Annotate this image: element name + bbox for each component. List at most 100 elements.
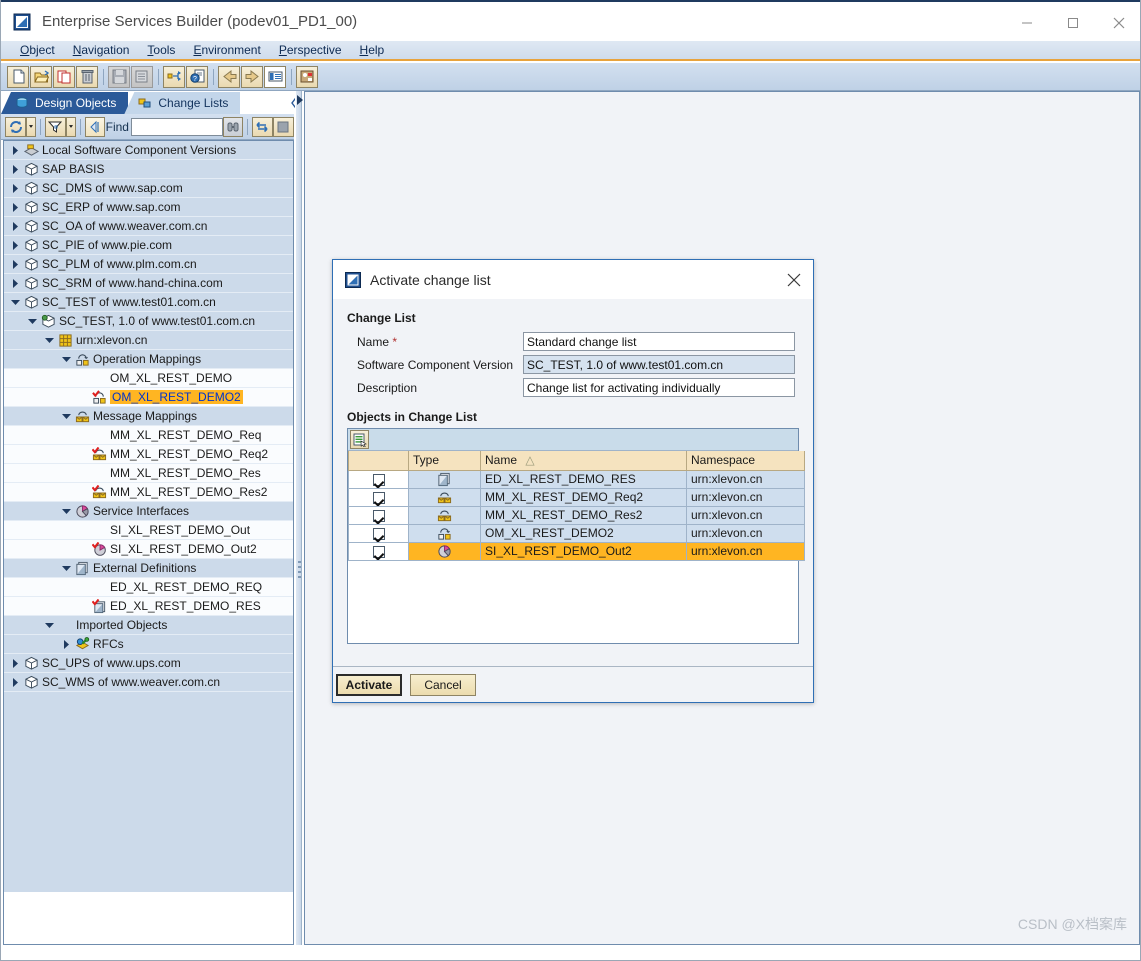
maximize-icon[interactable] bbox=[1050, 2, 1096, 43]
tree-item-sc-erp-of-www-sap-com[interactable]: SC_ERP of www.sap.com bbox=[4, 198, 293, 217]
tree-item-mm-xl-rest-demo-req[interactable]: MM_XL_REST_DEMO_Req bbox=[4, 426, 293, 445]
row-checkbox[interactable] bbox=[348, 505, 409, 525]
activate-button[interactable]: Activate bbox=[336, 673, 402, 696]
checkbox-checked-icon[interactable] bbox=[372, 527, 385, 540]
open-object-detail-button[interactable] bbox=[350, 430, 369, 449]
panel-collapse-arrow-icon[interactable] bbox=[297, 95, 303, 105]
row-checkbox[interactable] bbox=[348, 523, 409, 543]
tree-item-message-mappings[interactable]: Message Mappings bbox=[4, 407, 293, 426]
tree-item-om-xl-rest-demo[interactable]: OM_XL_REST_DEMO bbox=[4, 369, 293, 388]
stop-button[interactable] bbox=[272, 116, 295, 137]
check-document-button[interactable]: ? bbox=[186, 65, 208, 88]
table-row[interactable]: MM_XL_REST_DEMO_Res2 urn:xlevon.cn bbox=[348, 505, 805, 525]
delete-object-button[interactable] bbox=[76, 65, 98, 88]
row-checkbox[interactable] bbox=[348, 487, 409, 507]
close-icon[interactable] bbox=[1096, 2, 1140, 43]
checkbox-checked-icon[interactable] bbox=[372, 509, 385, 522]
table-row[interactable]: OM_XL_REST_DEMO2 urn:xlevon.cn bbox=[348, 523, 805, 543]
tree-twisty-collapsed-icon[interactable] bbox=[8, 145, 22, 155]
table-row[interactable]: MM_XL_REST_DEMO_Req2 urn:xlevon.cn bbox=[348, 487, 805, 507]
filter-button[interactable] bbox=[44, 116, 67, 137]
tree-twisty-collapsed-icon[interactable] bbox=[8, 240, 22, 250]
menu-object[interactable]: OObjectbject bbox=[11, 41, 64, 59]
tree-item-service-interfaces[interactable]: Service Interfaces bbox=[4, 502, 293, 521]
tab-change-lists[interactable]: Change Lists bbox=[124, 92, 241, 114]
panel-splitter[interactable] bbox=[295, 91, 302, 945]
tree-item-sap-basis[interactable]: SAP BASIS bbox=[4, 160, 293, 179]
forward-button[interactable] bbox=[241, 65, 263, 88]
filter-dropdown-button[interactable] bbox=[66, 116, 77, 137]
tree-twisty-expanded-icon[interactable] bbox=[59, 412, 73, 421]
tree-item-local-software-component-versions[interactable]: Local Software Component Versions bbox=[4, 141, 293, 160]
tree-twisty-expanded-icon[interactable] bbox=[42, 621, 56, 630]
close-icon[interactable] bbox=[783, 269, 805, 291]
tree-twisty-collapsed-icon[interactable] bbox=[8, 677, 22, 687]
tree-item-sc-srm-of-www-hand-china-com[interactable]: SC_SRM of www.hand-china.com bbox=[4, 274, 293, 293]
tree-twisty-expanded-icon[interactable] bbox=[59, 355, 73, 364]
where-used-button[interactable] bbox=[163, 65, 185, 88]
tree-item-sc-test-of-www-test01-com-cn[interactable]: SC_TEST of www.test01.com.cn bbox=[4, 293, 293, 312]
tree-twisty-collapsed-icon[interactable] bbox=[8, 202, 22, 212]
tab-design-objects[interactable]: Design Objects bbox=[1, 92, 129, 114]
checkbox-checked-icon[interactable] bbox=[372, 473, 385, 486]
tree-item-sc-wms-of-www-weaver-com-cn[interactable]: SC_WMS of www.weaver.com.cn bbox=[4, 673, 293, 692]
tree-item-sc-oa-of-www-weaver-com-cn[interactable]: SC_OA of www.weaver.com.cn bbox=[4, 217, 293, 236]
checkbox-checked-icon[interactable] bbox=[372, 491, 385, 504]
menu-environment[interactable]: Environment bbox=[184, 41, 269, 59]
col-header-name[interactable]: Name △ bbox=[480, 451, 687, 471]
tree-item-si-xl-rest-demo-out2[interactable]: SI_XL_REST_DEMO_Out2 bbox=[4, 540, 293, 559]
checkbox-checked-icon[interactable] bbox=[372, 545, 385, 558]
tree-twisty-collapsed-icon[interactable] bbox=[8, 278, 22, 288]
back-button[interactable] bbox=[218, 65, 240, 88]
cache-refresh-button[interactable] bbox=[296, 65, 318, 88]
object-tree[interactable]: Local Software Component Versions SAP BAS… bbox=[3, 140, 294, 945]
cancel-button[interactable]: Cancel bbox=[410, 673, 476, 696]
tree-item-sc-dms-of-www-sap-com[interactable]: SC_DMS of www.sap.com bbox=[4, 179, 293, 198]
tree-item-mm-xl-rest-demo-res2[interactable]: MM_XL_REST_DEMO_Res2 bbox=[4, 483, 293, 502]
table-row[interactable]: SI_XL_REST_DEMO_Out2 urn:xlevon.cn bbox=[348, 541, 805, 561]
menu-navigation[interactable]: Navigation bbox=[64, 41, 139, 59]
tree-twisty-collapsed-icon[interactable] bbox=[8, 164, 22, 174]
tree-twisty-expanded-icon[interactable] bbox=[42, 336, 56, 345]
tree-item-rfcs[interactable]: RFCs bbox=[4, 635, 293, 654]
tree-twisty-expanded-icon[interactable] bbox=[59, 507, 73, 516]
row-checkbox[interactable] bbox=[348, 469, 409, 489]
tree-item-sc-plm-of-www-plm-com-cn[interactable]: SC_PLM of www.plm.com.cn bbox=[4, 255, 293, 274]
tree-twisty-collapsed-icon[interactable] bbox=[8, 183, 22, 193]
tree-twisty-expanded-icon[interactable] bbox=[59, 564, 73, 573]
tree-item-ed-xl-rest-demo-res[interactable]: ED_XL_REST_DEMO_RES bbox=[4, 597, 293, 616]
tree-item-mm-xl-rest-demo-res[interactable]: MM_XL_REST_DEMO_Res bbox=[4, 464, 293, 483]
refresh-button[interactable] bbox=[5, 116, 27, 137]
splitter-grip[interactable] bbox=[298, 561, 301, 583]
tree-item-external-definitions[interactable]: External Definitions bbox=[4, 559, 293, 578]
tree-twisty-expanded-icon[interactable] bbox=[8, 298, 22, 307]
tree-item-sc-ups-of-www-ups-com[interactable]: SC_UPS of www.ups.com bbox=[4, 654, 293, 673]
find-input[interactable] bbox=[130, 117, 223, 136]
properties-list-button[interactable] bbox=[264, 65, 286, 88]
tree-twisty-collapsed-icon[interactable] bbox=[59, 639, 73, 649]
menu-help[interactable]: Help bbox=[351, 41, 394, 59]
tree-item-operation-mappings[interactable]: Operation Mappings bbox=[4, 350, 293, 369]
description-input[interactable] bbox=[523, 378, 795, 397]
tree-twisty-collapsed-icon[interactable] bbox=[8, 658, 22, 668]
tree-twisty-collapsed-icon[interactable] bbox=[8, 221, 22, 231]
col-header-checkbox[interactable] bbox=[348, 451, 409, 471]
col-header-type[interactable]: Type bbox=[408, 451, 481, 471]
tree-item-om-xl-rest-demo2[interactable]: OM_XL_REST_DEMO2 bbox=[4, 388, 293, 407]
find-execute-button[interactable] bbox=[222, 116, 243, 137]
col-header-namespace[interactable]: Namespace bbox=[686, 451, 805, 471]
tree-item-si-xl-rest-demo-out[interactable]: SI_XL_REST_DEMO_Out bbox=[4, 521, 293, 540]
sync-navigation-button[interactable] bbox=[251, 116, 273, 137]
tree-item-sc-pie-of-www-pie-com[interactable]: SC_PIE of www.pie.com bbox=[4, 236, 293, 255]
tree-item-urn-xlevon-cn[interactable]: urn:xlevon.cn bbox=[4, 331, 293, 350]
tree-item-imported-objects[interactable]: Imported Objects bbox=[4, 616, 293, 635]
menu-tools[interactable]: Tools bbox=[138, 41, 184, 59]
new-object-button[interactable] bbox=[7, 65, 29, 88]
row-checkbox[interactable] bbox=[348, 541, 409, 561]
name-input[interactable] bbox=[523, 332, 795, 351]
tree-item-ed-xl-rest-demo-req[interactable]: ED_XL_REST_DEMO_REQ bbox=[4, 578, 293, 597]
open-object-button[interactable] bbox=[30, 65, 52, 88]
menu-perspective[interactable]: Perspective bbox=[270, 41, 351, 59]
find-scope-button[interactable] bbox=[84, 116, 105, 137]
tree-item-mm-xl-rest-demo-req2[interactable]: MM_XL_REST_DEMO_Req2 bbox=[4, 445, 293, 464]
